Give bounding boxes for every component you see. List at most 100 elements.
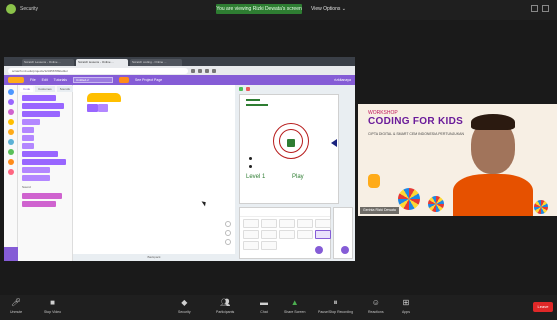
sprite-thumbnail[interactable]	[279, 219, 295, 228]
scratch-logo[interactable]	[8, 77, 24, 83]
project-title-input[interactable]: Untitled-2	[72, 77, 113, 83]
share-screen-label: Share Screen	[284, 310, 306, 314]
workshop-subtitle: CIPTA DIGITAL & SMART CEM INDONESIA PERT…	[368, 132, 465, 136]
category-operators[interactable]	[7, 149, 14, 155]
sprite-thumbnail[interactable]	[297, 230, 313, 239]
participant-body	[453, 174, 533, 216]
add-extension-button[interactable]	[4, 247, 18, 261]
security-button[interactable]: ◆ Security	[178, 298, 191, 315]
zoom-reset-icon[interactable]	[225, 239, 231, 245]
view-options-button[interactable]: View Options ⌄	[311, 4, 346, 14]
layout-icon[interactable]	[542, 5, 549, 12]
sprite-thumbnail[interactable]	[243, 241, 259, 250]
sprite-thumbnail[interactable]	[279, 230, 295, 239]
palette-block[interactable]	[22, 135, 34, 141]
add-sprite-button[interactable]	[315, 246, 323, 254]
sprite-thumbnail[interactable]	[243, 230, 259, 239]
palette-block[interactable]	[22, 167, 50, 173]
palette-block[interactable]	[22, 119, 40, 125]
code-workspace[interactable]: Backpack	[73, 85, 235, 261]
participants-label: Participants	[216, 310, 235, 314]
workspace-block[interactable]	[98, 104, 108, 112]
mic-icon: 🎤︎	[11, 298, 22, 307]
category-menu	[4, 85, 18, 261]
participants-icon: 👥︎	[220, 298, 231, 307]
browser-tab-active[interactable]: Scratch lessons - Online ...	[76, 59, 128, 66]
extension-icon[interactable]	[198, 68, 202, 73]
sprite-thumbnail[interactable]	[261, 230, 277, 239]
tab-costumes[interactable]: Costumes	[35, 86, 55, 92]
menu-file[interactable]: File	[30, 78, 36, 82]
editor-tabs: Code Costumes Sounds	[18, 85, 73, 93]
category-my-blocks[interactable]	[7, 169, 14, 175]
workspace-hat-block[interactable]	[87, 93, 121, 102]
zoom-in-icon[interactable]	[225, 221, 231, 227]
chat-icon: ▬	[260, 298, 268, 307]
stage-canvas[interactable]: Level 1 Play	[239, 94, 339, 204]
palette-block[interactable]	[22, 143, 34, 149]
scratch-menu-bar: File Edit Tutorials Untitled-2 See Proje…	[4, 75, 355, 85]
sprite-thumbnail[interactable]	[261, 219, 277, 228]
stage-decoration	[246, 99, 260, 101]
category-sound[interactable]	[7, 109, 14, 115]
workspace-block[interactable]	[87, 104, 98, 112]
fullscreen-icon[interactable]	[531, 5, 538, 12]
extension-icon[interactable]	[191, 68, 195, 73]
participant-name-label: Gerinta Rizki Dewata	[360, 207, 399, 214]
reactions-button[interactable]: ☺ Reactions	[368, 299, 384, 315]
extension-icon[interactable]	[212, 68, 216, 73]
record-icon: ⏸︎	[333, 298, 338, 307]
lollipop-decoration	[398, 188, 420, 210]
menu-tutorials[interactable]: Tutorials	[54, 78, 67, 82]
add-backdrop-button[interactable]	[341, 246, 349, 254]
category-events[interactable]	[7, 119, 14, 125]
palette-block[interactable]	[22, 193, 62, 199]
category-sensing[interactable]	[7, 139, 14, 145]
leave-button[interactable]: Leave	[533, 302, 553, 312]
sprite-thumbnail[interactable]	[315, 219, 331, 228]
lollipop-decoration	[534, 200, 548, 214]
apps-button[interactable]: ⊞ Apps	[402, 299, 410, 315]
sprite-thumbnail[interactable]	[261, 241, 277, 250]
stage-dot	[249, 165, 252, 168]
palette-block[interactable]	[22, 151, 58, 157]
tab-sounds[interactable]: Sounds	[56, 86, 73, 92]
category-looks[interactable]	[7, 99, 14, 105]
category-motion[interactable]	[7, 89, 14, 95]
participants-button[interactable]: 👥︎ Participants	[216, 298, 235, 315]
palette-block[interactable]	[22, 201, 56, 207]
browser-tab[interactable]: Scratch Lessons - Online ...	[22, 59, 74, 66]
palette-block[interactable]	[22, 175, 50, 181]
palette-block[interactable]	[22, 111, 60, 117]
see-project-page-button[interactable]: See Project Page	[135, 78, 162, 82]
zoom-out-icon[interactable]	[225, 230, 231, 236]
tab-code[interactable]: Code	[20, 86, 34, 92]
palette-block[interactable]	[22, 95, 56, 101]
address-bar[interactable]: scratch.mit.edu/projects/123456789/edito…	[8, 67, 188, 74]
palette-block[interactable]	[22, 127, 34, 133]
recording-button[interactable]: ⏸︎ Pause/Stop Recording	[318, 298, 353, 315]
user-menu[interactable]: rizkitanaya	[334, 78, 351, 82]
browser-tab-strip: Scratch Lessons - Online ... Scratch les…	[4, 57, 355, 66]
category-variables[interactable]	[7, 159, 14, 165]
participant-video[interactable]: WORKSHOP CODING FOR KIDS CIPTA DIGITAL &…	[358, 104, 557, 216]
menu-edit[interactable]: Edit	[42, 78, 48, 82]
shield-icon: ◆	[181, 298, 188, 307]
chat-button[interactable]: ▬ Chat	[260, 298, 268, 315]
share-button[interactable]	[118, 77, 129, 83]
extension-icon[interactable]	[205, 68, 209, 73]
category-control[interactable]	[7, 129, 14, 135]
palette-block[interactable]	[22, 159, 66, 165]
unmute-button[interactable]: 🎤︎ Unmute	[10, 298, 22, 315]
backpack-bar[interactable]: Backpack	[73, 254, 235, 261]
sprite-thumbnail[interactable]	[243, 219, 259, 228]
green-flag-icon[interactable]	[239, 87, 243, 91]
sprite-thumbnail[interactable]	[297, 219, 313, 228]
browser-tab[interactable]: Scratch coding - Online ...	[130, 59, 182, 66]
stop-icon[interactable]	[246, 87, 250, 91]
sprite-thumbnail-selected[interactable]	[315, 230, 331, 239]
meeting-info[interactable]: Security	[6, 4, 38, 14]
palette-block[interactable]	[22, 103, 64, 109]
share-screen-button[interactable]: ▲ Share Screen	[284, 299, 306, 315]
stop-video-button[interactable]: ■ Stop Video	[44, 299, 61, 315]
